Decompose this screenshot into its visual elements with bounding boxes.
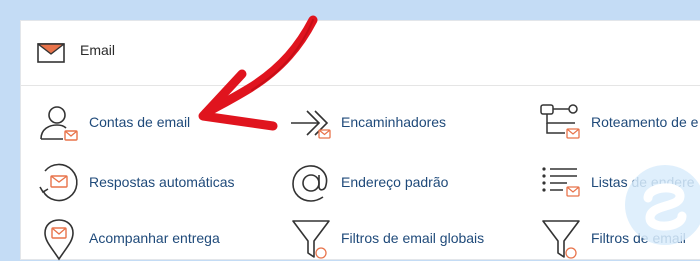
item-label: Encaminhadores [341,114,447,130]
item-label: Filtros de email globais [341,230,485,246]
at-sign-icon [292,165,328,202]
item-label: Contas de email [89,114,191,130]
email-section-panel: Email Contas de email Encaminhadores Rot… [20,20,700,261]
item-label: Respostas automáticas [89,174,235,190]
item-label: Roteamento de e [591,114,699,130]
location-pin-icon [44,219,74,261]
forward-arrow-icon [291,110,331,139]
item-label: Acompanhar entrega [89,230,220,246]
auto-reply-icon [39,163,78,202]
filter-icon [542,220,580,259]
filter-icon [292,220,330,259]
routing-icon [540,104,580,139]
watermark-logo [625,165,700,245]
section-title: Email [80,42,116,58]
item-label: Endereço padrão [341,174,449,190]
section-header: Email [21,21,700,86]
address-list-icon [542,167,580,197]
user-envelope-icon [40,106,78,141]
envelope-icon [37,43,65,63]
